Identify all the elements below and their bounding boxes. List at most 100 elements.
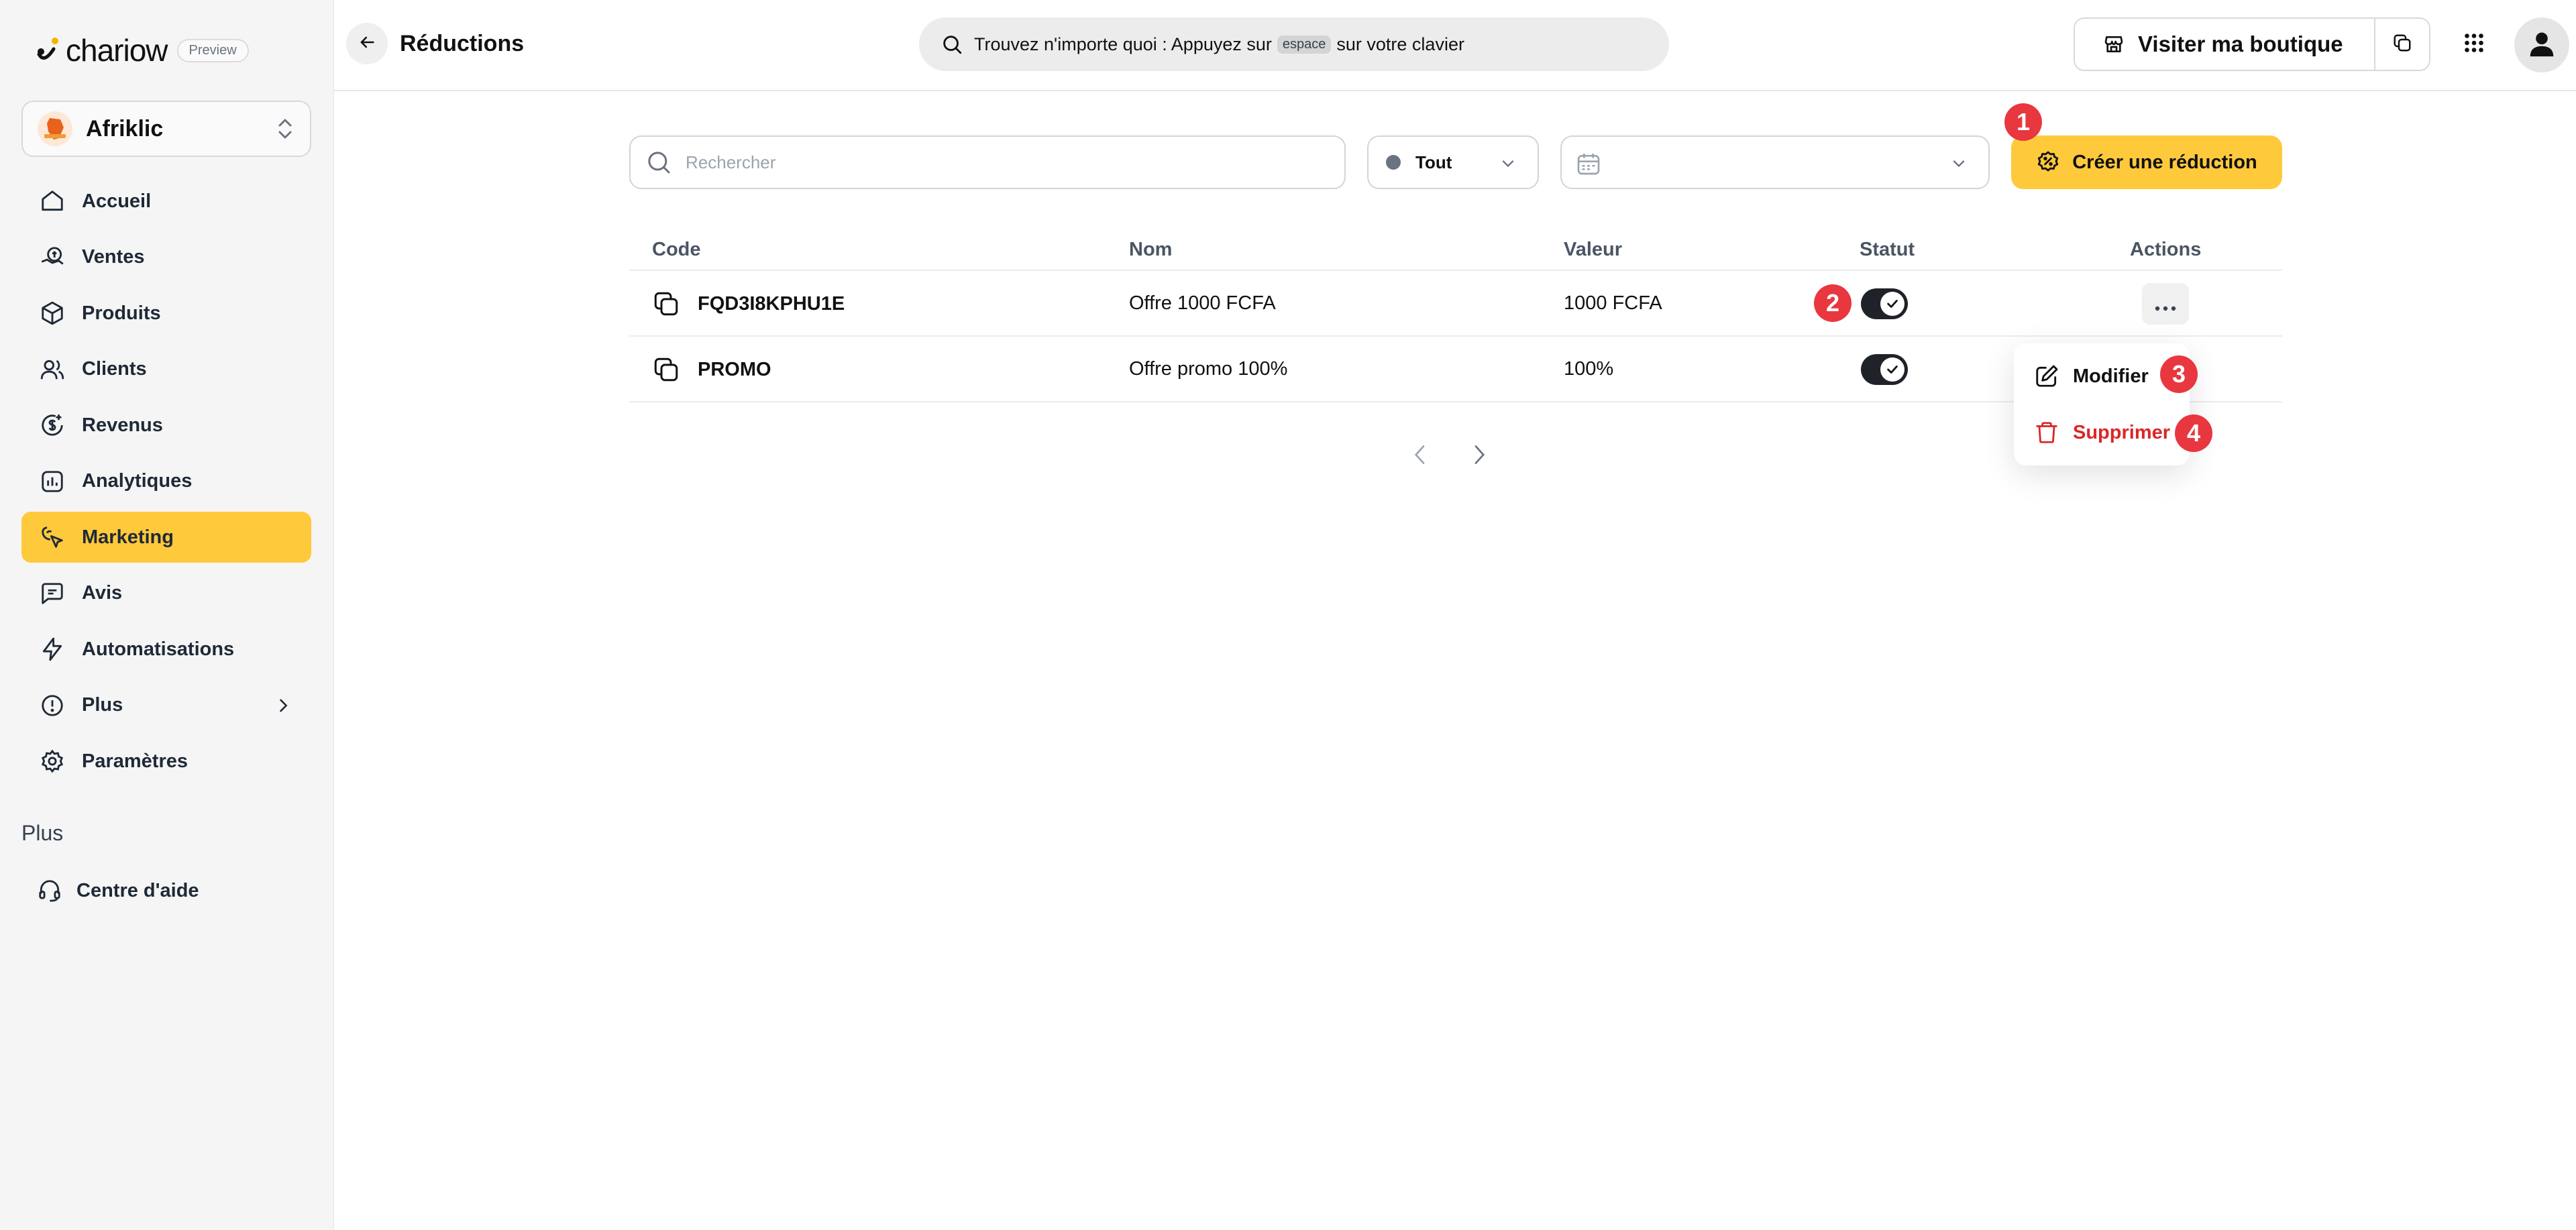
brand-logo[interactable]: chariow Preview xyxy=(35,32,249,68)
sidebar-item-ventes[interactable]: Ventes xyxy=(21,232,311,283)
sidebar-item-help-center[interactable]: Centre d'aide xyxy=(21,865,311,916)
help-center-label: Centre d'aide xyxy=(76,879,199,901)
sidebar-item-parametres[interactable]: Paramètres xyxy=(21,736,311,787)
sidebar-section-title: Plus xyxy=(21,821,64,845)
user-avatar[interactable] xyxy=(2514,17,2569,72)
row-actions-menu: Modifier Supprimer xyxy=(2014,343,2190,465)
search-field[interactable] xyxy=(629,135,1346,189)
logo-text: chariow xyxy=(66,33,168,68)
date-range-picker[interactable] xyxy=(1560,135,1990,189)
discount-value: 100% xyxy=(1564,358,1614,380)
table-row: FQD3I8KPHU1E Offre 1000 FCFA 1000 FCFA xyxy=(629,271,2282,337)
discount-code: PROMO xyxy=(698,358,771,380)
discount-name: Offre 1000 FCFA xyxy=(1129,292,1276,314)
trash-icon xyxy=(2034,420,2059,445)
chevron-down-icon xyxy=(1499,154,1517,173)
edit-menu-item[interactable]: Modifier xyxy=(2034,364,2149,389)
store-logo-icon xyxy=(38,111,72,146)
chevron-down-icon xyxy=(1949,154,1968,173)
revenue-icon xyxy=(39,412,66,439)
sidebar-item-label: Revenus xyxy=(82,414,163,436)
sidebar-item-automatisations[interactable]: Automatisations xyxy=(21,624,311,675)
status-toggle[interactable] xyxy=(1861,288,1908,319)
top-bar: Réductions Trouvez n'importe quoi : Appu… xyxy=(334,0,2576,91)
visit-store-label: Visiter ma boutique xyxy=(2138,32,2343,56)
discount-code: FQD3I8KPHU1E xyxy=(698,292,845,315)
copy-code-icon[interactable] xyxy=(652,355,680,384)
annotation-badge-1: 1 xyxy=(2004,103,2042,141)
delete-menu-item[interactable]: Supprimer xyxy=(2034,420,2170,445)
annotation-badge-2: 2 xyxy=(1814,284,1851,322)
search-hint-prefix: Trouvez n'importe quoi : Appuyez sur xyxy=(974,34,1272,54)
reviews-icon xyxy=(39,580,66,607)
column-header-status: Statut xyxy=(1860,239,1915,260)
chariow-logo-icon xyxy=(35,34,62,66)
annotation-badge-4: 4 xyxy=(2175,414,2212,452)
back-button[interactable] xyxy=(346,23,388,64)
sidebar-item-avis[interactable]: Avis xyxy=(21,568,311,619)
check-icon xyxy=(1880,292,1904,316)
search-icon xyxy=(941,33,963,56)
headset-icon xyxy=(36,877,63,904)
keyboard-shortcut: espace xyxy=(1277,35,1332,54)
sidebar-item-revenus[interactable]: Revenus xyxy=(21,400,311,451)
sidebar-item-plus[interactable]: Plus xyxy=(21,680,311,731)
check-icon xyxy=(1880,357,1904,382)
gear-icon xyxy=(39,748,66,775)
page-title: Réductions xyxy=(400,31,525,56)
annotation-badge-3: 3 xyxy=(2160,355,2198,393)
code-cell: FQD3I8KPHU1E xyxy=(652,290,845,318)
sidebar-item-clients[interactable]: Clients xyxy=(21,344,311,395)
status-filter-select[interactable]: Tout xyxy=(1367,135,1539,189)
column-header-value: Valeur xyxy=(1564,239,1623,260)
code-cell: PROMO xyxy=(652,355,771,384)
create-discount-button[interactable]: Créer une réduction xyxy=(2011,135,2282,189)
sidebar-item-analytiques[interactable]: Analytiques xyxy=(21,456,311,507)
sidebar-item-label: Produits xyxy=(82,302,161,324)
column-header-code: Code xyxy=(652,239,701,260)
info-icon xyxy=(39,692,66,719)
sales-icon xyxy=(39,244,66,271)
search-input[interactable] xyxy=(686,152,1289,173)
prev-page-button[interactable] xyxy=(1409,440,1432,472)
box-icon xyxy=(39,300,66,327)
grid-icon xyxy=(2462,31,2486,58)
chevron-left-icon xyxy=(1410,441,1430,471)
row-actions-button[interactable] xyxy=(2142,283,2189,325)
preview-badge: Preview xyxy=(176,38,249,62)
apps-button[interactable] xyxy=(2447,17,2501,71)
sidebar-nav: Accueil Ventes Produits Clients Revenus xyxy=(21,176,311,792)
marketing-icon xyxy=(39,524,66,551)
chevron-right-icon xyxy=(1469,441,1489,471)
sidebar-item-marketing[interactable]: Marketing xyxy=(21,512,311,563)
discount-badge-icon xyxy=(2036,150,2060,174)
column-header-actions: Actions xyxy=(2130,239,2202,260)
home-icon xyxy=(39,188,66,215)
sidebar-item-produits[interactable]: Produits xyxy=(21,288,311,339)
sidebar-item-label: Ventes xyxy=(82,246,145,268)
calendar-icon xyxy=(1575,150,1602,177)
pagination xyxy=(1409,440,1491,472)
sidebar-item-label: Avis xyxy=(82,582,123,604)
status-dot-icon xyxy=(1386,155,1401,170)
global-search-bar[interactable]: Trouvez n'importe quoi : Appuyez sur esp… xyxy=(919,17,1669,71)
edit-label: Modifier xyxy=(2073,365,2149,387)
chart-icon xyxy=(39,468,66,495)
sidebar-item-label: Paramètres xyxy=(82,750,188,772)
column-header-name: Nom xyxy=(1129,239,1173,260)
user-icon xyxy=(2526,28,2557,62)
discount-value: 1000 FCFA xyxy=(1564,292,1662,314)
sidebar-item-label: Analytiques xyxy=(82,470,193,492)
discount-name: Offre promo 100% xyxy=(1129,358,1288,380)
arrow-left-icon xyxy=(358,33,376,55)
copy-link-button[interactable] xyxy=(2375,19,2429,70)
users-icon xyxy=(39,356,66,383)
visit-store-button[interactable]: Visiter ma boutique xyxy=(2075,19,2375,70)
copy-code-icon[interactable] xyxy=(652,290,680,318)
sidebar-item-label: Marketing xyxy=(82,526,174,548)
status-toggle[interactable] xyxy=(1861,354,1908,385)
sidebar-item-accueil[interactable]: Accueil xyxy=(21,176,311,227)
bolt-icon xyxy=(39,636,66,663)
store-selector[interactable]: Afriklic xyxy=(21,101,311,157)
next-page-button[interactable] xyxy=(1468,440,1491,472)
